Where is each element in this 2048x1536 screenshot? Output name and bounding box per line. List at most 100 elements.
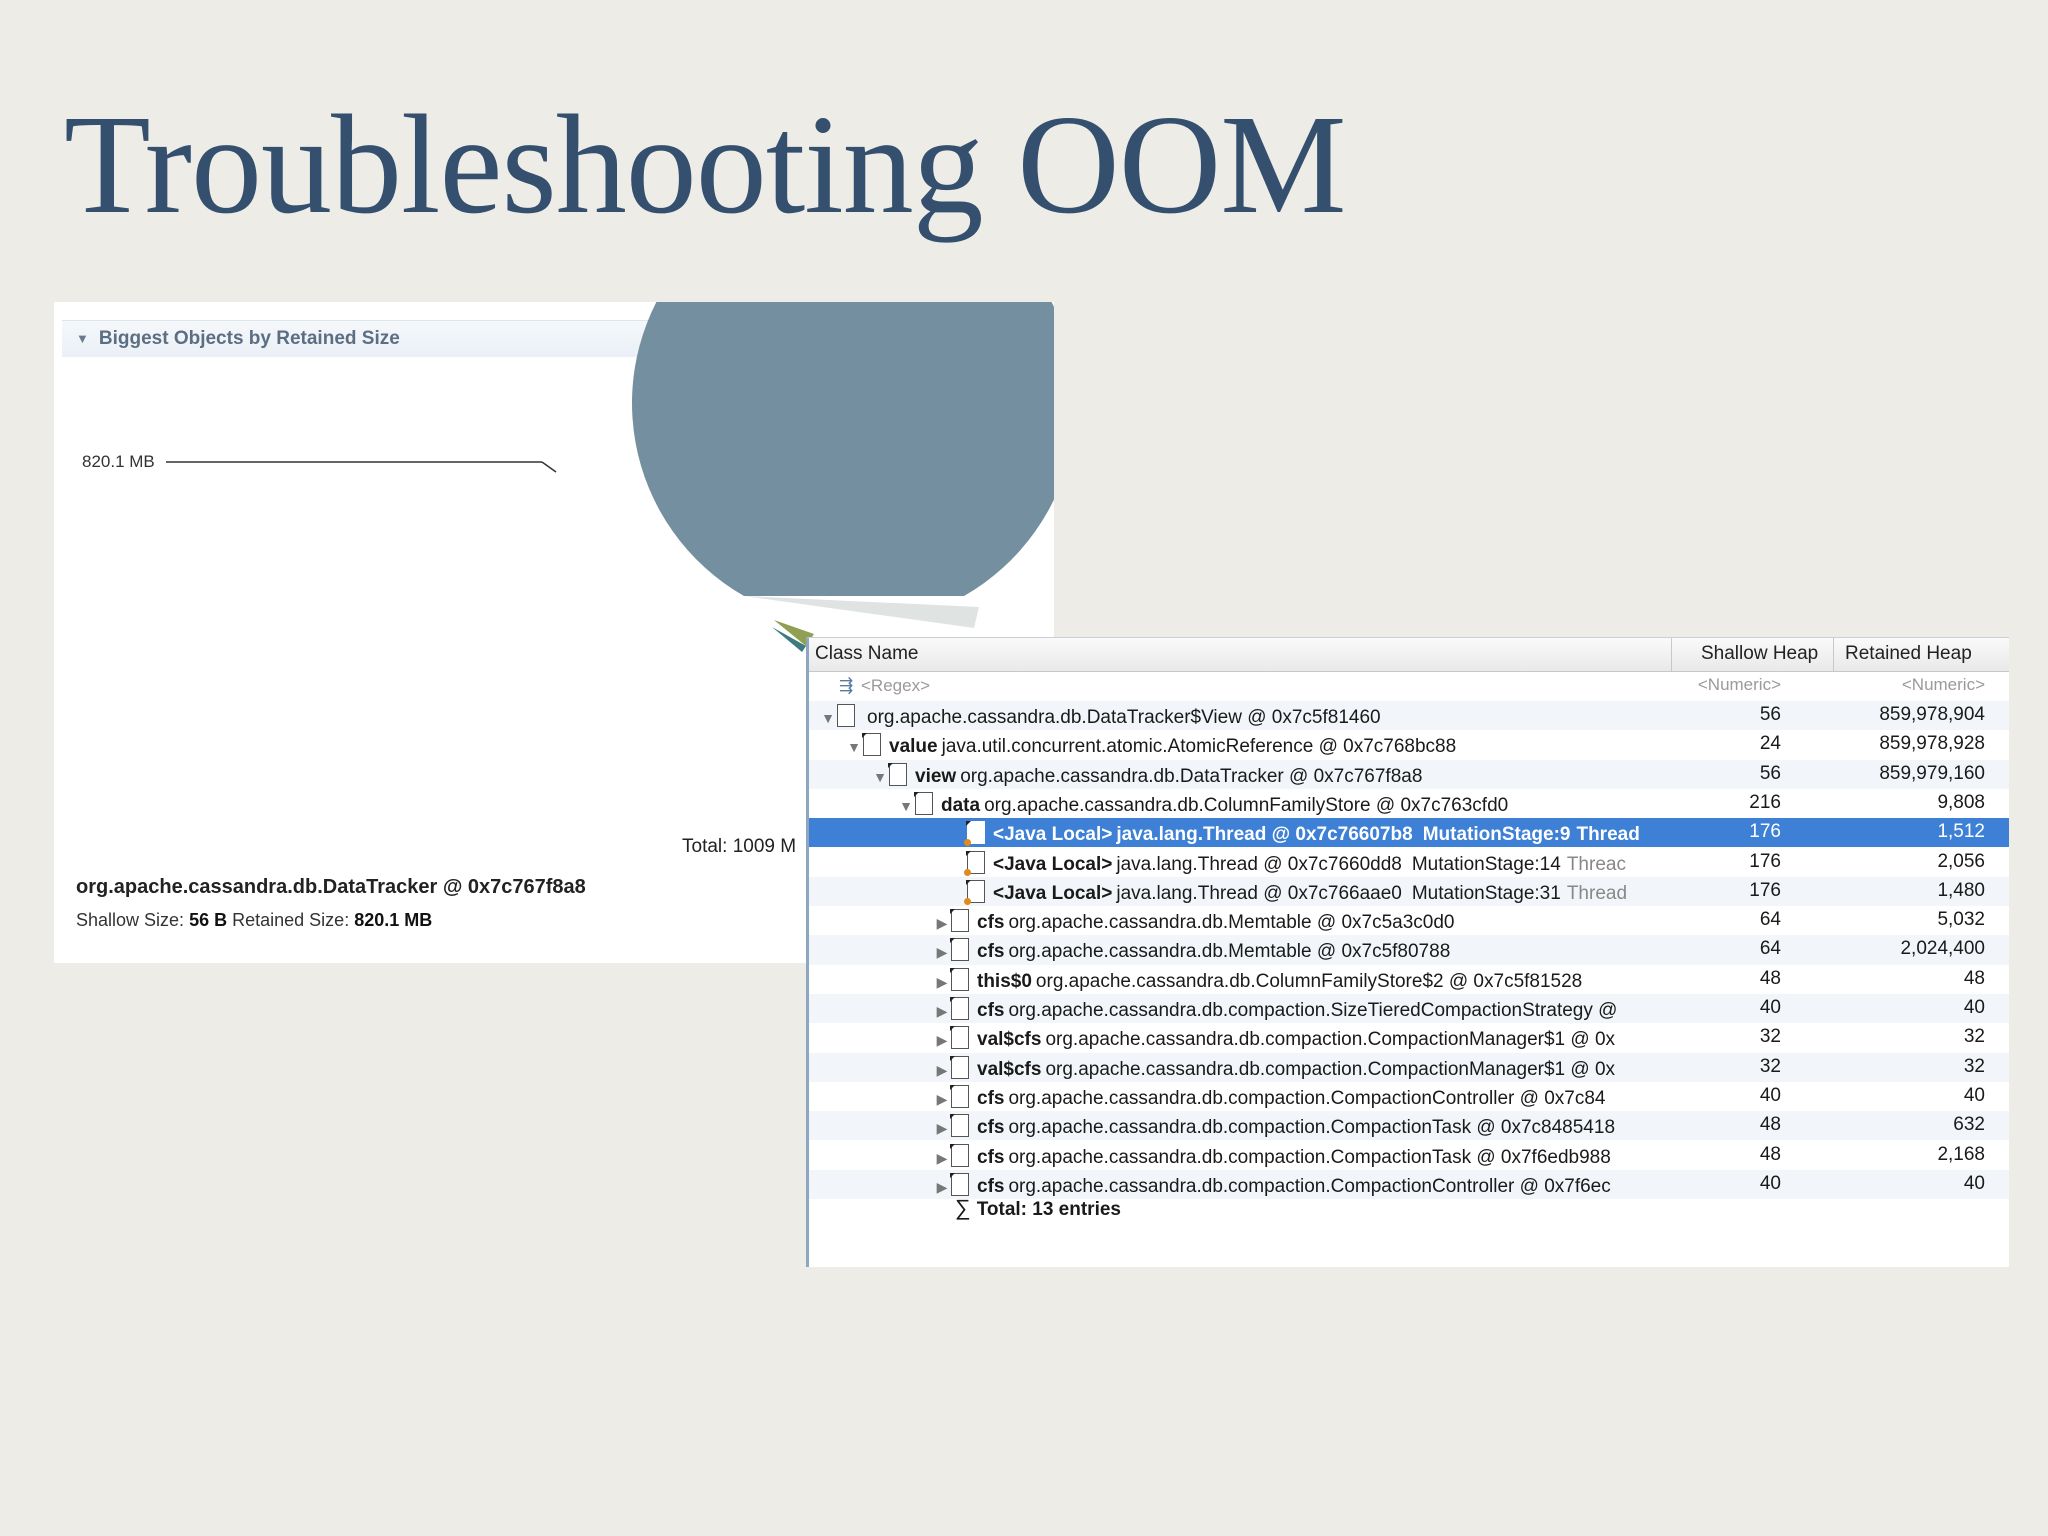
pie-slice-main[interactable] [632,302,1054,596]
table-row[interactable]: ▼ org.apache.cassandra.db.DataTracker$Vie… [809,701,2009,731]
expand-arrow-icon[interactable]: ▶ [933,1091,951,1108]
regex-filter-input[interactable]: <Regex> [861,676,930,695]
table-row[interactable]: ▶ cfs org.apache.cassandra.db.compaction.S… [809,994,2009,1024]
table-row[interactable]: <Java Local> java.lang.Thread @ 0x7c7660d… [809,848,2009,877]
reference-name: <Java Local> [993,824,1113,846]
reference-name: cfs [977,941,1005,963]
thread-name: MutationStage:9 [1422,824,1571,846]
object-icon [950,1143,969,1167]
shallow-heap-value: 216 [1749,791,1781,813]
shallow-filter-input[interactable]: <Numeric> [1689,675,1781,695]
retained-heap-value: 2,056 [1937,850,1985,872]
retained-size-label: Retained Size: [232,910,350,930]
class-name: java.util.concurrent.atomic.AtomicRefere… [941,736,1457,758]
column-divider[interactable] [1671,638,1672,671]
table-row[interactable]: ▶ cfs org.apache.cassandra.db.Memtable @ 0… [809,935,2009,965]
shallow-heap-value: 56 [1759,762,1781,784]
expand-arrow-icon[interactable]: ▶ [933,1120,951,1137]
retained-heap-value: 1,480 [1937,879,1985,901]
shallow-heap-value: 56 [1759,704,1781,725]
thread-type: Thread [1576,824,1640,846]
retained-filter-input[interactable]: <Numeric> [1809,675,1985,695]
table-row[interactable]: <Java Local> java.lang.Thread @ 0x7c766aa… [809,876,2009,907]
class-name: org.apache.cassandra.db.compaction.SizeT… [1008,1000,1618,1021]
reference-name: this$0 [977,970,1032,992]
table-row[interactable]: ▼ data org.apache.cassandra.db.ColumnFamil… [809,789,2009,818]
retained-heap-value: 32 [1963,1055,1985,1077]
retained-heap-value: 40 [1963,997,1985,1018]
dominator-tree-table: Class Name Shallow Heap Retained Heap ⇶ <… [806,637,2009,1267]
object-icon [888,762,907,786]
column-header-retained-heap[interactable]: Retained Heap [1845,643,1972,665]
shallow-size-value: 56 B [189,910,228,930]
table-row[interactable]: ▶ cfs org.apache.cassandra.db.compaction.C… [809,1141,2009,1170]
object-icon [837,704,855,727]
expand-arrow-icon[interactable]: ▶ [933,1062,951,1079]
retained-heap-value: 859,978,904 [1879,704,1985,725]
total-row: ∑ Total: 13 entries [809,1192,2009,1221]
retained-heap-value: 1,512 [1937,821,1985,843]
pie-callout-leader-tick [541,461,557,473]
object-icon [964,821,985,847]
retained-heap-value: 859,978,928 [1879,733,1985,755]
expand-arrow-icon[interactable]: ▶ [933,1150,951,1167]
reference-name: <Java Local> [993,882,1113,904]
object-icon [950,1114,969,1138]
expand-arrow-icon[interactable]: ▶ [933,1003,951,1020]
table-row[interactable]: ▶ cfs org.apache.cassandra.db.Memtable @ 0… [809,906,2009,935]
thread-type: Thread [1566,882,1628,904]
expand-arrow-icon[interactable]: ▼ [897,798,915,814]
class-name: org.apache.cassandra.db.compaction.Compa… [1008,1117,1616,1139]
table-row[interactable]: ▼ view org.apache.cassandra.db.DataTracker… [809,759,2009,789]
reference-name: val$cfs [977,1058,1042,1080]
expand-arrow-icon[interactable]: ▼ [819,710,837,726]
expand-arrow-icon[interactable]: ▶ [933,915,951,932]
expand-arrow-icon[interactable]: ▶ [933,1032,951,1049]
retained-size-value: 820.1 MB [354,910,433,930]
total-entries-label: Total: 13 entries [976,1199,1121,1220]
shallow-heap-value: 40 [1759,1084,1781,1106]
slide-title: Troubleshooting OOM [64,85,1347,243]
column-header-class-name[interactable]: Class Name [815,643,918,665]
class-name: org.apache.cassandra.db.ColumnFamilyStor… [984,794,1509,816]
table-row[interactable]: ▶ val$cfs org.apache.cassandra.db.compacti… [809,1023,2009,1052]
pie-total-label: Total: 1009 M [682,836,797,857]
thread-type: Threac [1566,853,1626,875]
reference-name: cfs [977,1146,1005,1168]
shallow-heap-value: 40 [1759,997,1781,1018]
shallow-heap-value: 32 [1759,1026,1781,1048]
reference-name: data [941,794,981,816]
column-header-shallow-heap[interactable]: Shallow Heap [1701,643,1818,665]
object-icon [950,1055,969,1079]
reference-name: cfs [977,912,1005,934]
retained-heap-value: 32 [1963,1026,1985,1048]
class-name: org.apache.cassandra.db.Memtable @ 0x7c5… [1008,912,1455,934]
expand-arrow-icon[interactable]: ▶ [933,944,951,961]
table-row[interactable]: ▶ this$0 org.apache.cassandra.db.ColumnFam… [809,965,2009,994]
object-icon [862,733,881,757]
expand-arrow-icon[interactable]: ▼ [845,739,863,755]
expand-arrow-icon[interactable]: ▼ [871,769,889,785]
table-row[interactable]: ▼ value java.util.concurrent.atomic.Atomic… [809,730,2009,759]
class-name: org.apache.cassandra.db.Memtable @ 0x7c5… [1008,941,1451,963]
filter-row: ⇶ <Regex> <Numeric> <Numeric> [809,672,2009,701]
class-name: java.lang.Thread @ 0x7c766aae0 [1116,882,1402,904]
table-row[interactable]: <Java Local> java.lang.Thread @ 0x7c76607… [809,818,2009,848]
shallow-heap-value: 176 [1749,850,1781,872]
class-name: org.apache.cassandra.db.compaction.Compa… [1008,1087,1606,1109]
retained-heap-value: 859,979,160 [1879,762,1985,784]
retained-heap-value: 40 [1963,1084,1985,1106]
expand-arrow-icon[interactable]: ▶ [933,974,951,991]
object-icon [950,909,969,933]
table-row[interactable]: ▶ cfs org.apache.cassandra.db.compaction.C… [809,1111,2009,1141]
selected-object-name: org.apache.cassandra.db.DataTracker @ 0x… [76,876,586,898]
table-row[interactable]: ▶ val$cfs org.apache.cassandra.db.compacti… [809,1052,2009,1082]
column-divider[interactable] [1833,638,1834,671]
reference-name: view [915,765,957,787]
retained-heap-value: 632 [1953,1114,1985,1136]
class-name: org.apache.cassandra.db.compaction.Compa… [1008,1146,1611,1168]
table-row[interactable]: ▶ cfs org.apache.cassandra.db.compaction.C… [809,1082,2009,1111]
shallow-size-label: Shallow Size: [76,910,185,930]
shallow-heap-value: 64 [1759,938,1781,960]
retained-heap-value: 5,032 [1937,909,1985,931]
